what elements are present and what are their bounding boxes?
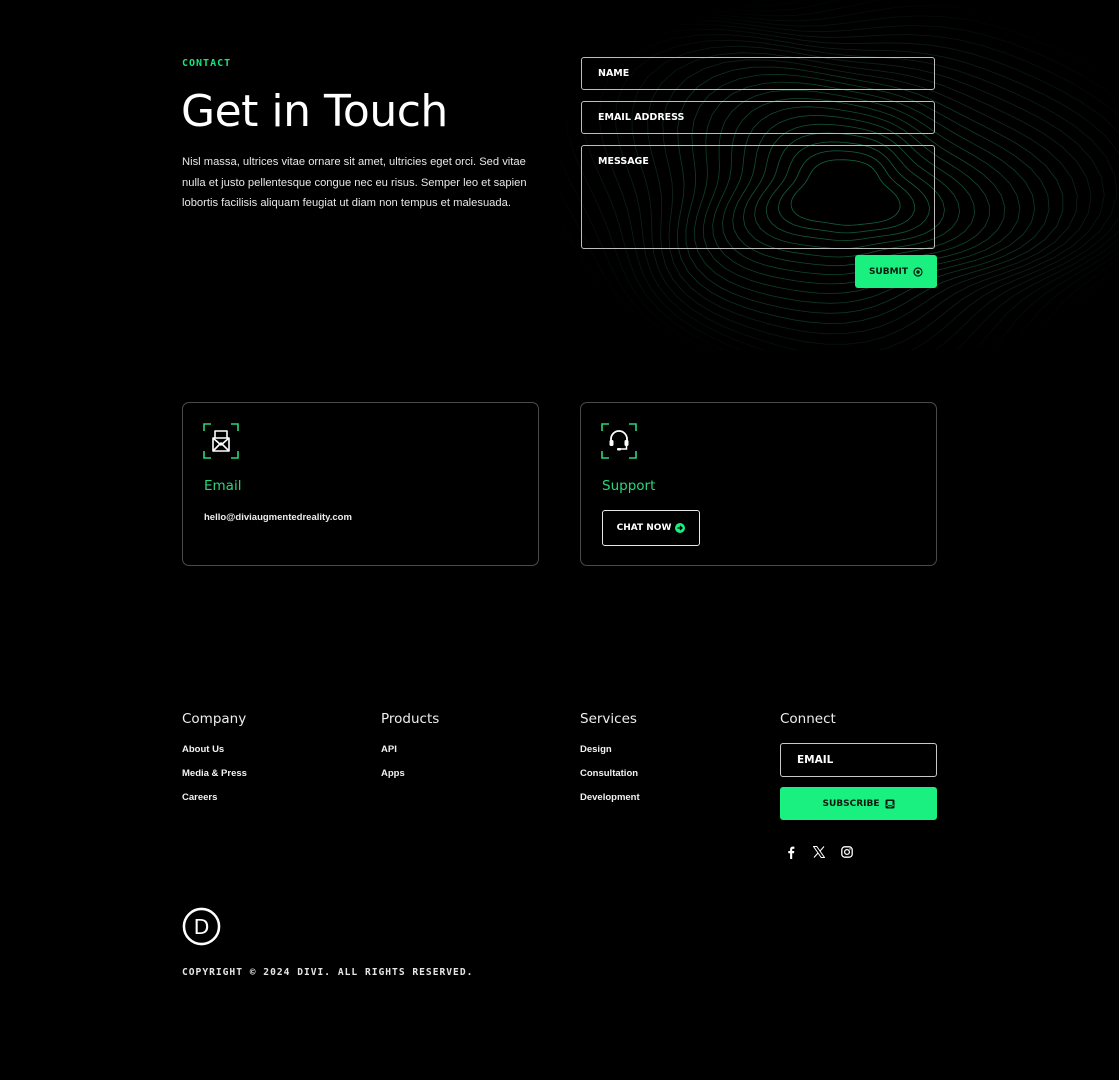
facebook-icon (788, 846, 795, 859)
mail-open-icon (885, 799, 895, 808)
footer-link-consultation[interactable]: Consultation (580, 768, 638, 779)
instagram-icon (841, 846, 853, 858)
footer-company-links: About Us Media & Press Careers (182, 744, 247, 816)
envelope-icon (203, 423, 239, 459)
headset-icon (601, 423, 637, 459)
target-circle-icon (913, 266, 923, 277)
name-input[interactable] (581, 57, 935, 90)
chat-now-label: CHAT NOW (616, 523, 672, 533)
email-card: Email hello@diviaugmentedreality.com (182, 402, 539, 566)
footer-link-api[interactable]: API (381, 744, 397, 755)
footer-link-design[interactable]: Design (580, 744, 612, 755)
footer-company-title: Company (182, 711, 247, 727)
facebook-link[interactable] (782, 843, 800, 861)
chat-now-button[interactable]: CHAT NOW (602, 510, 700, 546)
message-textarea[interactable] (581, 145, 935, 249)
footer-link-about-us[interactable]: About Us (182, 744, 224, 755)
footer-link-apps[interactable]: Apps (381, 768, 405, 779)
x-icon (813, 846, 825, 858)
footer-link-careers[interactable]: Careers (182, 792, 217, 803)
footer-products-links: API Apps (381, 744, 405, 792)
intro-paragraph: Nisl massa, ultrices vitae ornare sit am… (182, 156, 527, 209)
footer-services-title: Services (580, 711, 637, 727)
footer-services-links: Design Consultation Development (580, 744, 640, 816)
support-card: Support CHAT NOW (580, 402, 937, 566)
email-address-input[interactable] (581, 101, 935, 134)
footer-link-media-press[interactable]: Media & Press (182, 768, 247, 779)
newsletter-email-input[interactable] (780, 743, 937, 777)
footer-link-development[interactable]: Development (580, 792, 640, 803)
email-card-title: Email (204, 478, 242, 494)
support-card-title: Support (602, 478, 656, 494)
logo-letter: D (194, 915, 210, 939)
email-address-text[interactable]: hello@diviaugmentedreality.com (204, 512, 352, 523)
x-link[interactable] (810, 843, 828, 861)
copyright-text: COPYRIGHT © 2024 DIVI. ALL RIGHTS RESERV… (182, 967, 474, 978)
submit-button[interactable]: SUBMIT (855, 255, 937, 288)
instagram-link[interactable] (838, 843, 856, 861)
page-title: Get in Touch (181, 86, 448, 137)
submit-label: SUBMIT (868, 266, 909, 277)
subscribe-label: SUBSCRIBE (822, 798, 880, 809)
arrow-circle-right-icon (675, 523, 686, 533)
footer-products-title: Products (381, 711, 440, 727)
section-eyebrow: CONTACT (182, 58, 232, 69)
subscribe-button[interactable]: SUBSCRIBE (780, 787, 937, 820)
divi-logo[interactable]: D (182, 907, 221, 946)
footer-connect-title: Connect (780, 711, 836, 727)
